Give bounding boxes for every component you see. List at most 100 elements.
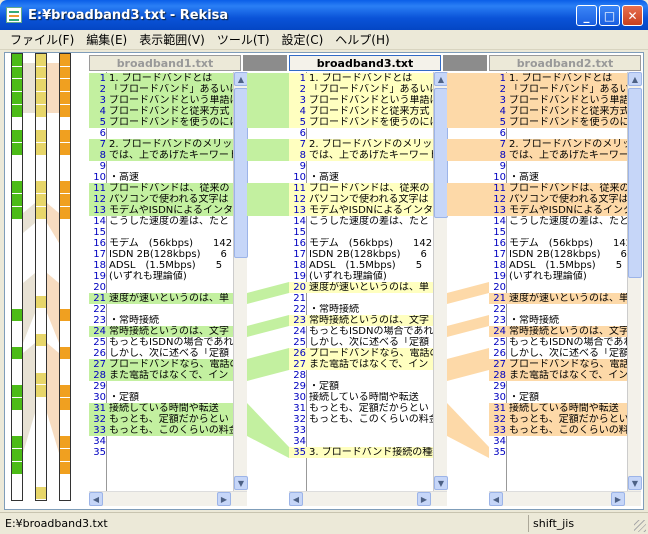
text-line[interactable]: 26 しかし、次に述べる「定額 (489, 348, 627, 359)
text-line[interactable]: 16 モデム (56kbps) 142 (289, 238, 433, 249)
menu-settings[interactable]: 設定(C) (276, 31, 330, 48)
diff-overview-map[interactable] (5, 53, 85, 509)
text-line[interactable]: 20 (89, 282, 233, 293)
text-line[interactable]: 24 常時接続というのは、文字 (489, 326, 627, 337)
text-line[interactable]: 17 ISDN 2B(128kbps) 6 (89, 249, 233, 260)
text-line[interactable]: 31 接続している時間や転送 (489, 403, 627, 414)
text-line[interactable]: 11 ブロードバンドは、従来の (89, 183, 233, 194)
text-line[interactable]: 72. ブロードバンドのメリット (289, 139, 433, 150)
text-line[interactable]: 72. ブロードバンドのメリット (89, 139, 233, 150)
text-line[interactable]: 8 では、上であげたキーワード (489, 150, 627, 161)
overview-column-left[interactable] (11, 53, 23, 501)
text-line[interactable]: 8 では、上であげたキーワード (89, 150, 233, 161)
text-line[interactable]: 30 ・定額 (89, 392, 233, 403)
arrow-right-icon[interactable]: ▶ (611, 492, 625, 506)
text-line[interactable]: 35 3. ブロードバンド接続の種類 (289, 447, 433, 458)
text-line[interactable]: 27 ブロードバンドなら、電話の (489, 359, 627, 370)
text-line[interactable]: 29 (489, 381, 627, 392)
horizontal-scrollbar-left[interactable]: ◀ ▶ (89, 491, 247, 506)
close-button[interactable]: ✕ (622, 5, 643, 26)
text-line[interactable]: 34 (489, 436, 627, 447)
title-bar[interactable]: E:¥broadband3.txt - Rekisa _ □ ✕ (0, 0, 648, 30)
text-line[interactable]: 5 ブロードバンドを使うのには (489, 117, 627, 128)
text-line[interactable]: 14 こうした速度の差は、たと (489, 216, 627, 227)
text-line[interactable]: 8 では、上であげたキーワード (289, 150, 433, 161)
vertical-scrollbar-left[interactable]: ▲ ▼ (233, 72, 248, 491)
text-line[interactable]: 23 ・常時接続 (89, 315, 233, 326)
text-line[interactable]: 33 (289, 425, 433, 436)
text-line[interactable]: 6 (489, 128, 627, 139)
text-line[interactable]: 1 1. ブロードバンドとは (289, 73, 433, 84)
text-line[interactable]: 5 ブロードバンドを使うのには (289, 117, 433, 128)
text-line[interactable]: 3 ブロードバンドという単語は (489, 95, 627, 106)
text-line[interactable]: 6 (289, 128, 433, 139)
text-line[interactable]: 17 ISDN 2B(128kbps) 6 (289, 249, 433, 260)
text-line[interactable]: 21 (289, 293, 433, 304)
horizontal-scrollbar-center[interactable]: ◀ ▶ (289, 491, 447, 506)
text-line[interactable]: 31 接続している時間や転送 (89, 403, 233, 414)
overview-column-center[interactable] (35, 53, 47, 501)
text-line[interactable]: 22 (89, 304, 233, 315)
text-line[interactable]: 34 (89, 436, 233, 447)
text-line[interactable]: 13 モデムやISDNによるインタ (289, 205, 433, 216)
text-line[interactable]: 18 ADSL (1.5Mbps) 5 (89, 260, 233, 271)
menu-edit[interactable]: 編集(E) (80, 31, 133, 48)
text-line[interactable]: 28 また電話ではなくで、イン (489, 370, 627, 381)
text-pane-right[interactable]: 11. ブロードバンドとは2「ブロードバンド」あるいは「3ブロードバンドという単… (489, 72, 627, 491)
arrow-right-icon[interactable]: ▶ (417, 492, 431, 506)
text-line[interactable]: 13 モデムやISDNによるインタ (89, 205, 233, 216)
text-line[interactable]: 11 ブロードバンドは、従来の (289, 183, 433, 194)
text-line[interactable]: 16 モデム (56kbps) 142 (489, 238, 627, 249)
text-line[interactable]: 3 ブロードバンドという単語は (89, 95, 233, 106)
text-line[interactable]: 15 (89, 227, 233, 238)
text-line[interactable]: 28 (289, 370, 433, 381)
text-line[interactable]: 22 (489, 304, 627, 315)
vertical-scrollbar-right[interactable]: ▲ ▼ (627, 72, 642, 491)
text-line[interactable]: 2「ブロードバンド」あるいは「 (289, 84, 433, 95)
scroll-thumb[interactable] (434, 88, 448, 218)
text-line[interactable]: 10 ・高速 (289, 172, 433, 183)
text-line[interactable]: 17 ISDN 2B(128kbps) 6 (489, 249, 627, 260)
arrow-left-icon[interactable]: ◀ (89, 492, 103, 506)
text-line[interactable]: 25 もっともISDNの場合であれ (89, 337, 233, 348)
arrow-down-icon[interactable]: ▼ (434, 476, 448, 490)
text-line[interactable]: 9 (289, 161, 433, 172)
text-line[interactable]: 23 常時接続というのは、文字 (289, 315, 433, 326)
pane-header-left[interactable]: broadband1.txt (89, 55, 241, 71)
arrow-up-icon[interactable]: ▲ (434, 72, 448, 86)
resize-grip-icon[interactable] (634, 520, 646, 532)
text-line[interactable]: 19 (いずれも理論値) (489, 271, 627, 282)
text-line[interactable]: 18 ADSL (1.5Mbps) 5 (289, 260, 433, 271)
text-line[interactable]: 15 (489, 227, 627, 238)
text-line[interactable]: 5 ブロードバンドを使うのには (89, 117, 233, 128)
text-line[interactable]: 10 ・高速 (489, 172, 627, 183)
text-line[interactable]: 20 (489, 282, 627, 293)
text-line[interactable]: 14 こうした速度の差は、たと (89, 216, 233, 227)
arrow-left-icon[interactable]: ◀ (489, 492, 503, 506)
overview-column-right[interactable] (59, 53, 71, 501)
text-line[interactable]: 29 ・定額 (289, 381, 433, 392)
text-line[interactable]: 32 もっとも、定額だからとい (89, 414, 233, 425)
text-line[interactable]: 10 ・高速 (89, 172, 233, 183)
arrow-right-icon[interactable]: ▶ (217, 492, 231, 506)
text-line[interactable]: 4 ブロードバンドと従来方式 (489, 106, 627, 117)
text-line[interactable]: 35 (89, 447, 233, 458)
text-line[interactable]: 72. ブロードバンドのメリット (489, 139, 627, 150)
text-line[interactable]: 35 (489, 447, 627, 458)
text-line[interactable]: 32 もっとも、定額だからとい (489, 414, 627, 425)
pane-header-right[interactable]: broadband2.txt (489, 55, 641, 71)
text-line[interactable]: 25 もっともISDNの場合であれ (489, 337, 627, 348)
text-line[interactable]: 34 (289, 436, 433, 447)
text-line[interactable]: 33 もっとも、このくらいの料金 (89, 425, 233, 436)
text-line[interactable]: 27 ブロードバンドなら、電話の (89, 359, 233, 370)
text-line[interactable]: 2「ブロードバンド」あるいは「 (489, 84, 627, 95)
text-pane-center[interactable]: 11. ブロードバンドとは2「ブロードバンド」あるいは「3ブロードバンドという単… (289, 72, 433, 491)
text-line[interactable]: 9 (489, 161, 627, 172)
text-line[interactable]: 27 また電話ではなくで、イン (289, 359, 433, 370)
text-line[interactable]: 2「ブロードバンド」あるいは「 (89, 84, 233, 95)
text-line[interactable]: 24 常時接続というのは、文字 (89, 326, 233, 337)
arrow-down-icon[interactable]: ▼ (628, 476, 642, 490)
scroll-thumb[interactable] (234, 88, 248, 258)
text-line[interactable]: 14 こうした速度の差は、たと (289, 216, 433, 227)
menu-view-range[interactable]: 表示範囲(V) (133, 31, 211, 48)
